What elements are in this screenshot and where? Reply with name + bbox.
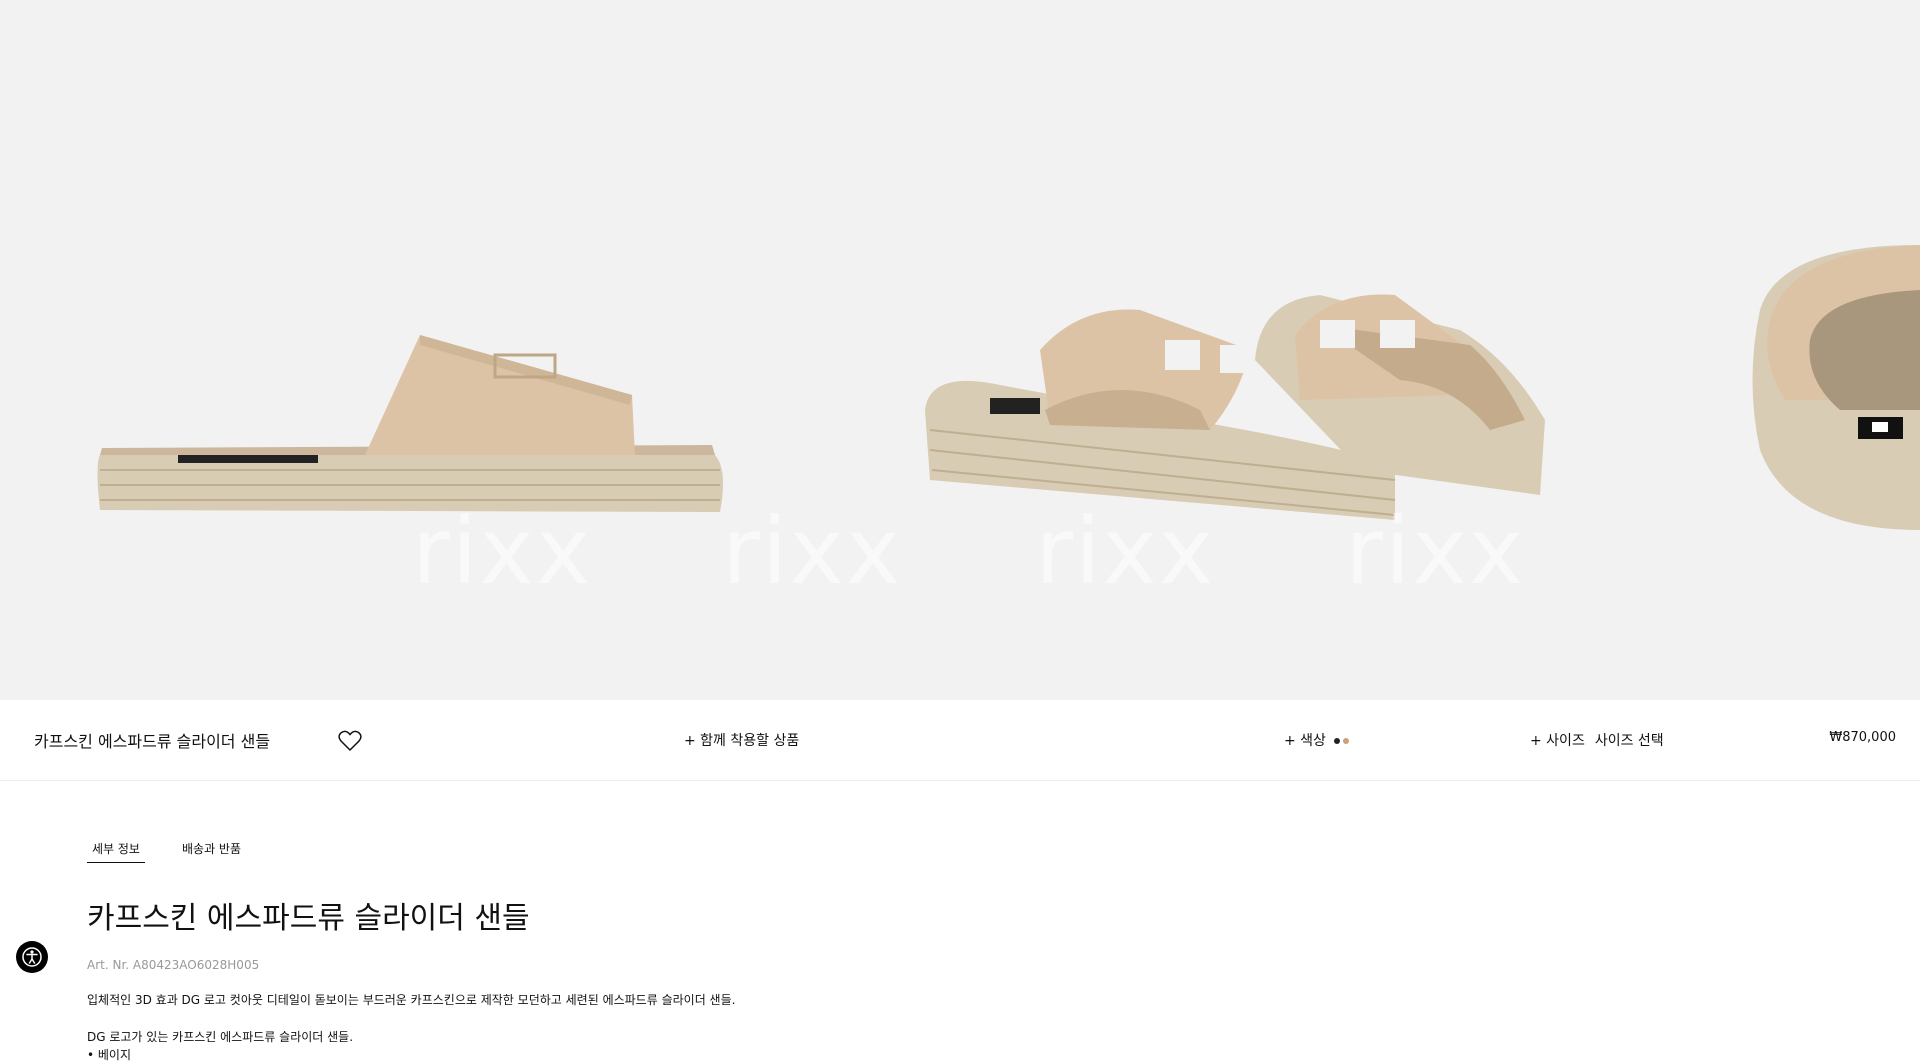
watermark-1: rixx — [412, 498, 593, 605]
product-heading: 카프스킨 에스파드류 슬라이더 샌들 — [87, 901, 530, 936]
sandal-side-view-image — [97, 335, 724, 512]
product-bullet-color: • 베이지 — [87, 1048, 132, 1062]
product-bar: 카프스킨 에스파드류 슬라이더 샌들 + 함께 착용할 상품 + 색상 + 사이… — [0, 700, 1920, 781]
product-price: ₩870,000 — [1829, 730, 1896, 745]
product-description: 입체적인 3D 효과 DG 로고 컷아웃 디테일이 돋보이는 부드러운 카프스킨… — [87, 993, 736, 1007]
color-label: + 색상 — [1284, 733, 1326, 749]
tab-shipping-returns[interactable]: 배송과 반품 — [177, 838, 246, 862]
sandal-pair-image — [925, 294, 1545, 520]
product-bullet-intro: DG 로고가 있는 카프스킨 에스파드류 슬라이더 샌들. — [87, 1030, 354, 1044]
product-images — [97, 245, 1920, 530]
accessibility-button[interactable] — [16, 941, 48, 973]
color-selector[interactable]: + 색상 — [1284, 730, 1350, 750]
article-number: Art. Nr. A80423AO6028H005 — [87, 958, 260, 972]
size-label: + 사이즈 — [1530, 733, 1585, 749]
watermark-4: rixx — [1345, 498, 1526, 605]
sandal-top-view-image — [1752, 245, 1920, 530]
color-swatch-black[interactable] — [1334, 738, 1341, 744]
size-selector[interactable]: + 사이즈 사이즈 선택 — [1530, 730, 1664, 750]
complete-the-look-button[interactable]: + 함께 착용할 상품 — [684, 730, 799, 750]
wishlist-heart-icon[interactable] — [338, 730, 362, 752]
watermark-3: rixx — [1035, 498, 1216, 605]
accessibility-icon — [22, 947, 42, 967]
watermark-2: rixx — [722, 498, 903, 605]
size-select-placeholder: 사이즈 선택 — [1594, 733, 1664, 749]
color-swatch-beige[interactable] — [1343, 738, 1350, 744]
product-gallery[interactable]: rixx rixx rixx rixx — [0, 0, 1920, 700]
tab-details[interactable]: 세부 정보 — [87, 838, 145, 863]
product-title: 카프스킨 에스파드류 슬라이더 샌들 — [34, 732, 271, 751]
